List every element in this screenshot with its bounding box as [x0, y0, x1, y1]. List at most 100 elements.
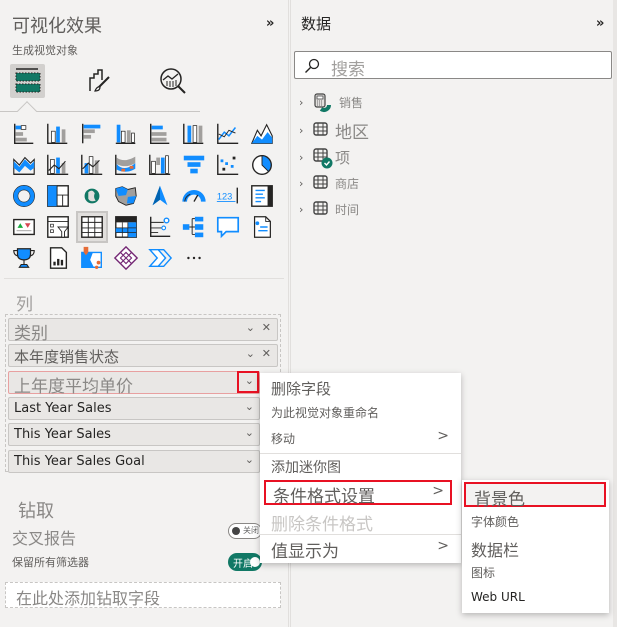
menu-item-remove-field[interactable]: 删除字段 [260, 378, 461, 400]
chevron-down-icon[interactable]: ⌄ [246, 321, 255, 334]
visual-clustered-column-chart-button[interactable] [112, 120, 140, 148]
drill-through-label: 钻取 [18, 501, 54, 522]
field-well-item[interactable]: Last Year Sales ⌄ [8, 397, 260, 420]
expand-chevron-icon[interactable]: › [299, 203, 311, 216]
paginated-report-icon [49, 247, 68, 269]
visual-stacked-area-chart-button[interactable] [10, 151, 38, 179]
visual-decomposition-tree-button[interactable] [180, 213, 208, 241]
table-store[interactable]: › 商店 [299, 172, 359, 194]
search-input[interactable]: 搜索 [294, 51, 612, 80]
visual-filled-map-button[interactable] [112, 182, 140, 210]
submenu-item-icons[interactable]: 图标 [462, 564, 609, 584]
submenu-arrow-icon: > [432, 483, 444, 499]
expand-chevron-icon[interactable]: › [299, 151, 311, 164]
visual-gauge-button[interactable] [180, 182, 208, 210]
field-well-item[interactable]: This Year Sales Goal ⌄ [8, 450, 260, 473]
menu-item-add-sparkline[interactable]: 添加迷你图 [260, 457, 461, 479]
visual-more-visuals-button[interactable] [180, 244, 208, 272]
visual-card-button[interactable]: 123 [214, 182, 242, 210]
remove-field-icon[interactable]: ✕ [262, 347, 271, 360]
table-region[interactable]: › 地区 [299, 119, 369, 143]
visual-arcgis-map-button[interactable] [78, 244, 106, 272]
visual-multi-row-card-button[interactable] [248, 182, 276, 210]
tab-build-visual[interactable] [10, 64, 45, 98]
chevron-down-icon[interactable]: ⌄ [245, 426, 254, 439]
visual-area-chart-button[interactable] [248, 120, 276, 148]
menu-item-label: 条件格式设置 [273, 487, 375, 507]
visual-clustered-bar-chart-button[interactable] [78, 120, 106, 148]
field-label: 上年度平均单价 [14, 377, 133, 397]
visual-donut-chart-button[interactable] [10, 182, 38, 210]
field-label: This Year Sales [14, 427, 111, 442]
visual-smart-narrative-button[interactable] [248, 213, 276, 241]
visual-kpi-button[interactable] [10, 213, 38, 241]
table-time[interactable]: › 时间 [299, 198, 359, 220]
conditional-formatting-submenu: 背景色 字体颜色 数据栏 图标 Web URL [462, 480, 609, 613]
visual-pie-chart-button[interactable] [248, 151, 276, 179]
table-item[interactable]: › 项 [299, 146, 350, 169]
visual-scatter-chart-button[interactable] [214, 151, 242, 179]
visual-qa-button[interactable] [214, 213, 242, 241]
visual-100-stacked-column-chart-button[interactable] [180, 120, 208, 148]
visual-stacked-bar-chart-button[interactable] [10, 120, 38, 148]
visual-funnel-chart-button[interactable] [180, 151, 208, 179]
field-well-item[interactable]: 类别 ⌄ ✕ [8, 318, 278, 344]
treemap-icon [47, 185, 69, 207]
expand-chevron-icon[interactable]: › [299, 124, 311, 137]
menu-item-move[interactable]: 移动 > [260, 428, 461, 450]
multi-row-card-icon [251, 185, 273, 207]
visual-paginated-report-button[interactable] [44, 244, 72, 272]
visual-treemap-button[interactable] [44, 182, 72, 210]
field-well-item[interactable]: 本年度销售状态 ⌄ ✕ [8, 344, 278, 367]
expand-chevron-icon[interactable]: › [299, 96, 311, 109]
cross-report-toggle[interactable]: 关闭 [228, 523, 262, 539]
chevron-down-icon[interactable]: ⌄ [245, 453, 254, 466]
visual-key-influencers-button[interactable] [146, 213, 174, 241]
visual-slicer-button[interactable] [44, 213, 72, 241]
funnel-chart-icon [183, 155, 205, 174]
visual-line-chart-button[interactable] [214, 120, 242, 148]
field-context-menu: 删除字段 为此视觉对象重命名 移动 > 添加迷你图 条件格式设置 > 删除条件格… [260, 373, 461, 563]
visual-power-automate-button[interactable] [146, 244, 174, 272]
map-icon [84, 188, 100, 204]
table-sales[interactable]: › 销售 [299, 91, 363, 113]
chevron-down-icon[interactable]: ⌄ [245, 400, 254, 413]
menu-item-rename-for-visual[interactable]: 为此视觉对象重命名 [260, 404, 461, 424]
menu-item-show-value-as[interactable]: 值显示为 > [260, 537, 461, 562]
tab-analytics[interactable] [155, 64, 190, 98]
remove-field-icon[interactable]: ✕ [262, 321, 271, 334]
expand-chevron-icon[interactable]: › [299, 177, 311, 190]
visual-map-button[interactable] [78, 182, 106, 210]
menu-item-label: 删除字段 [271, 380, 332, 398]
submenu-item-background-color[interactable]: 背景色 [464, 482, 606, 510]
visual-azure-map-button[interactable] [146, 182, 174, 210]
tab-format-visual[interactable] [82, 64, 117, 98]
toggle-knob [232, 527, 240, 535]
table-icon [313, 174, 333, 192]
visual-100-stacked-bar-chart-button[interactable] [146, 120, 174, 148]
visual-line-and-stacked-column-chart-button[interactable] [44, 151, 72, 179]
visual-ribbon-chart-button[interactable] [112, 151, 140, 179]
keep-filters-toggle[interactable]: 开启 [228, 553, 262, 571]
menu-item-conditional-formatting[interactable]: 条件格式设置 > [264, 480, 452, 507]
chevron-down-icon[interactable]: ⌄ [246, 347, 255, 360]
drill-through-drop-zone[interactable]: 在此处添加钻取字段 [5, 582, 281, 608]
visual-stacked-column-chart-button[interactable] [44, 120, 72, 148]
submenu-item-data-bars[interactable]: 数据栏 [462, 537, 609, 560]
build-visual-subtitle: 生成视觉对象 [12, 44, 78, 57]
visual-table-button[interactable] [76, 211, 108, 243]
visual-waterfall-chart-button[interactable] [146, 151, 174, 179]
field-well-item-selected[interactable]: 上年度平均单价 ⌄ [8, 371, 260, 397]
kpi-icon [13, 218, 35, 236]
submenu-item-web-url[interactable]: Web URL [462, 590, 609, 610]
data-pane-title: 数据 [301, 15, 332, 33]
submenu-item-font-color[interactable]: 字体颜色 [462, 513, 609, 533]
visual-power-apps-button[interactable] [112, 244, 140, 272]
field-label: This Year Sales Goal [14, 454, 145, 469]
visual-matrix-button[interactable] [112, 213, 140, 241]
collapse-data-button[interactable]: » [596, 16, 604, 31]
field-well-item[interactable]: This Year Sales ⌄ [8, 423, 260, 446]
visual-line-and-clustered-column-chart-button[interactable] [78, 151, 106, 179]
collapse-visualizations-button[interactable]: » [266, 16, 274, 31]
visual-goals-button[interactable] [10, 244, 38, 272]
